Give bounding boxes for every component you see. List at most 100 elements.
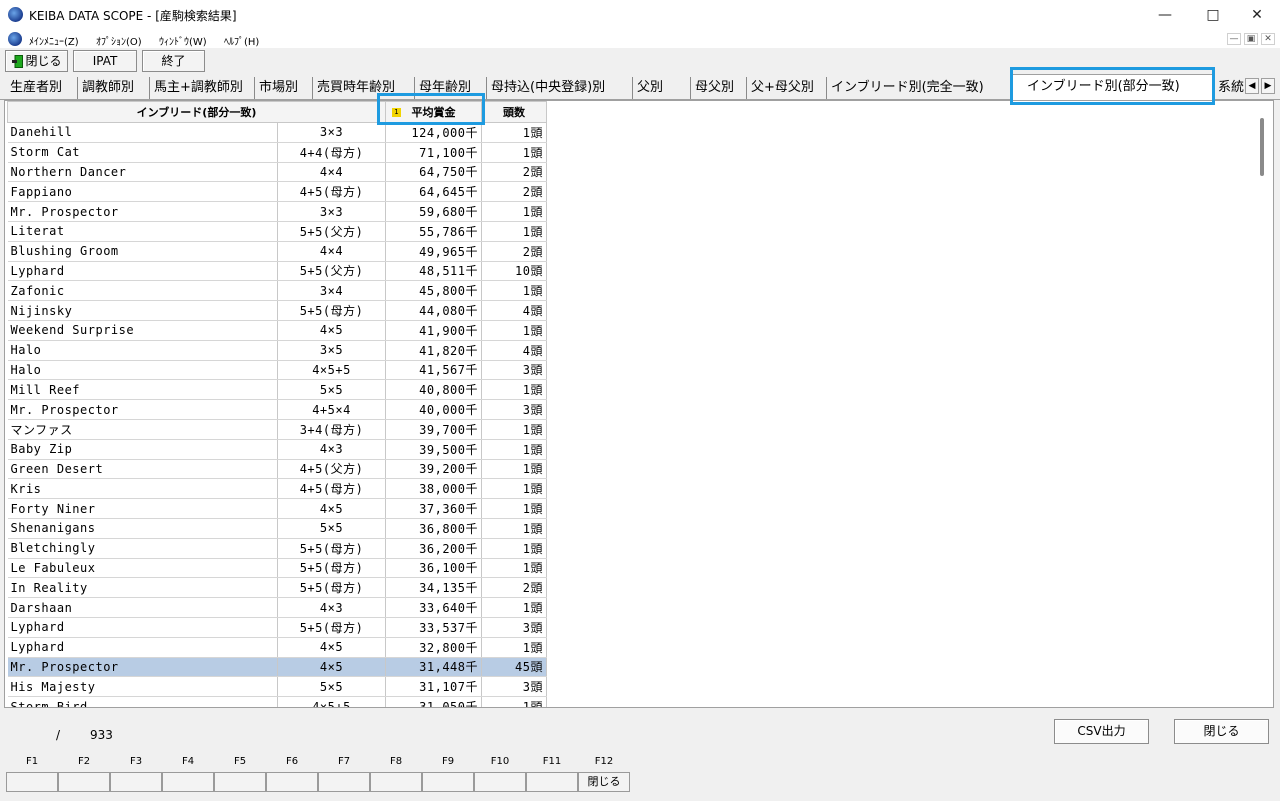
menu-help[interactable]: ﾍﾙﾌﾟ(H) [224,33,259,48]
table-row[interactable]: Halo 3×5 41,820千 4頭 [7,340,547,361]
table-row[interactable]: Mr. Prospector 4+5×4 40,000千 3頭 [7,399,547,420]
cell-inbreed: 4×5 [277,498,386,519]
fkey-button-f3[interactable] [110,772,162,792]
fkey-button-f8[interactable] [370,772,422,792]
table-row[interactable]: Literat 5+5(父方) 55,786千 1頭 [7,221,547,242]
vertical-scrollbar[interactable] [1256,102,1270,706]
fkey-button-f2[interactable] [58,772,110,792]
cell-avg-prize: 64,645千 [385,181,482,203]
table-row[interactable]: Le Fabuleux 5+5(母方) 36,100千 1頭 [7,558,547,579]
table-row[interactable]: Mr. Prospector 3×3 59,680千 1頭 [7,201,547,222]
fkey-button-f4[interactable] [162,772,214,792]
close-window-button[interactable]: ✕ [1234,0,1280,30]
bottom-close-button[interactable]: 閉じる [1174,719,1269,744]
table-row[interactable]: Blushing Groom 4×4 49,965千 2頭 [7,241,547,262]
table-row[interactable]: Mill Reef 5×5 40,800千 1頭 [7,379,547,401]
mdi-close-icon[interactable]: ✕ [1261,33,1275,45]
table-row[interactable]: Darshaan 4×3 33,640千 1頭 [7,597,547,618]
cell-inbreed: 4+5×4 [277,399,386,420]
table-row[interactable]: Danehill 3×3 124,000千 1頭 [7,122,547,143]
table-row[interactable]: マンファス 3+4(母方) 39,700千 1頭 [7,419,547,440]
header-inbreed[interactable]: インブリード(部分一致) [7,101,386,123]
fkey-button-f7[interactable] [318,772,370,792]
table-row[interactable]: In Reality 5+5(母方) 34,135千 2頭 [7,577,547,599]
header-count[interactable]: 頭数 [481,101,547,123]
maximize-button[interactable]: □ [1190,0,1236,30]
table-row[interactable]: Mr. Prospector 4×5 31,448千 45頭 [7,657,547,678]
tab-sire[interactable]: 父別 [633,77,691,99]
table-row[interactable]: His Majesty 5×5 31,107千 3頭 [7,676,547,698]
tab-inbreed-exact[interactable]: インブリード別(完全一致) [827,77,1011,99]
tab-sale-age[interactable]: 売買時年齢別 [313,77,415,99]
fkey-button-f12[interactable]: 閉じる [578,772,630,792]
table-row[interactable]: Kris 4+5(母方) 38,000千 1頭 [7,478,547,500]
fkey-button-f6[interactable] [266,772,318,792]
table-row[interactable]: Weekend Surprise 4×5 41,900千 1頭 [7,320,547,341]
csv-export-button[interactable]: CSV出力 [1054,719,1149,744]
table-row[interactable]: Green Desert 4+5(父方) 39,200千 1頭 [7,459,547,480]
fkey-button-f5[interactable] [214,772,266,792]
title-bar: KEIBA DATA SCOPE - [産駒検索結果] — □ ✕ [0,0,1280,30]
menu-options[interactable]: ｵﾌﾟｼｮﾝ(O) [96,33,142,48]
cell-avg-prize: 40,800千 [385,379,482,401]
menu-window[interactable]: ｳｨﾝﾄﾞｳ(W) [159,33,207,48]
table-row[interactable]: Lyphard 5+5(父方) 48,511千 10頭 [7,261,547,282]
tab-owner-trainer[interactable]: 馬主+調教師別 [150,77,255,99]
cell-horse-name: Halo [7,360,278,381]
minimize-button[interactable]: — [1142,0,1188,30]
table-row[interactable]: Halo 4×5+5 41,567千 3頭 [7,360,547,381]
tab-inbreed-partial[interactable]: インブリード別(部分一致) [1012,74,1214,100]
cell-inbreed: 3×5 [277,340,386,361]
toolbar-exit-button[interactable]: 終了 [142,50,205,72]
cell-horse-name: Green Desert [7,459,278,480]
table-row[interactable]: Baby Zip 4×3 39,500千 1頭 [7,439,547,460]
table-row[interactable]: Storm Bird 4×5+5 31,050千 1頭 [7,696,547,707]
mdi-restore-icon[interactable]: ▣ [1244,33,1258,45]
mdi-child-globe-icon[interactable] [8,32,22,46]
cell-count: 3頭 [481,676,547,698]
cell-count: 2頭 [481,162,547,183]
table-row[interactable]: Lyphard 5+5(母方) 33,537千 3頭 [7,617,547,638]
header-avg-prize[interactable]: 1 平均賞金 [385,101,482,123]
tab-breeder[interactable]: 生産者別 [6,77,78,99]
scrollbar-thumb[interactable] [1260,118,1264,176]
cell-avg-prize: 45,800千 [385,280,482,302]
fkey-label-f8: F8 [389,756,403,767]
mdi-minimize-icon[interactable]: — [1227,33,1241,45]
cell-inbreed: 3×3 [277,201,386,222]
table-row[interactable]: Nijinsky 5+5(母方) 44,080千 4頭 [7,300,547,321]
tab-scroll-left-icon[interactable]: ◀ [1245,78,1259,94]
tab-dam-age[interactable]: 母年齢別 [415,77,487,99]
table-row[interactable]: Shenanigans 5×5 36,800千 1頭 [7,518,547,539]
table-row[interactable]: Northern Dancer 4×4 64,750千 2頭 [7,162,547,183]
menu-main[interactable]: ﾒｲﾝﾒﾆｭｰ(Z) [29,33,79,48]
table-row[interactable]: Zafonic 3×4 45,800千 1頭 [7,280,547,302]
toolbar-ipat-button[interactable]: IPAT [73,50,137,72]
cell-count: 1頭 [481,459,547,480]
tab-sire-dam-sire[interactable]: 父+母父別 [747,77,827,99]
cell-inbreed: 3×4 [277,280,386,302]
tab-bar: 生産者別 調教師別 馬主+調教師別 市場別 売買時年齢別 母年齢別 母持込(中央… [0,74,1280,100]
fkey-button-f10[interactable] [474,772,526,792]
fkey-button-f11[interactable] [526,772,578,792]
menu-bar: ﾒｲﾝﾒﾆｭｰ(Z) ｵﾌﾟｼｮﾝ(O) ｳｨﾝﾄﾞｳ(W) ﾍﾙﾌﾟ(H) [0,30,1280,48]
tab-dam-sire[interactable]: 母父別 [691,77,747,99]
cell-avg-prize: 38,000千 [385,478,482,500]
table-row[interactable]: Forty Niner 4×5 37,360千 1頭 [7,498,547,519]
cell-horse-name: Kris [7,478,278,500]
cell-horse-name: Shenanigans [7,518,278,539]
table-row[interactable]: Fappiano 4+5(母方) 64,645千 2頭 [7,181,547,203]
cell-inbreed: 5×5 [277,379,386,401]
table-row[interactable]: Bletchingly 5+5(母方) 36,200千 1頭 [7,538,547,559]
tab-dam-import[interactable]: 母持込(中央登録)別 [487,77,633,99]
tab-lineage[interactable]: 系統 [1214,77,1244,99]
fkey-button-f1[interactable] [6,772,58,792]
fkey-button-f9[interactable] [422,772,474,792]
table-row[interactable]: Storm Cat 4+4(母方) 71,100千 1頭 [7,142,547,163]
table-row[interactable]: Lyphard 4×5 32,800千 1頭 [7,637,547,658]
tab-trainer[interactable]: 調教師別 [78,77,150,99]
cell-avg-prize: 48,511千 [385,261,482,282]
tab-scroll-right-icon[interactable]: ▶ [1261,78,1275,94]
tab-market[interactable]: 市場別 [255,77,313,99]
toolbar-close-button[interactable]: 閉じる [5,50,68,72]
